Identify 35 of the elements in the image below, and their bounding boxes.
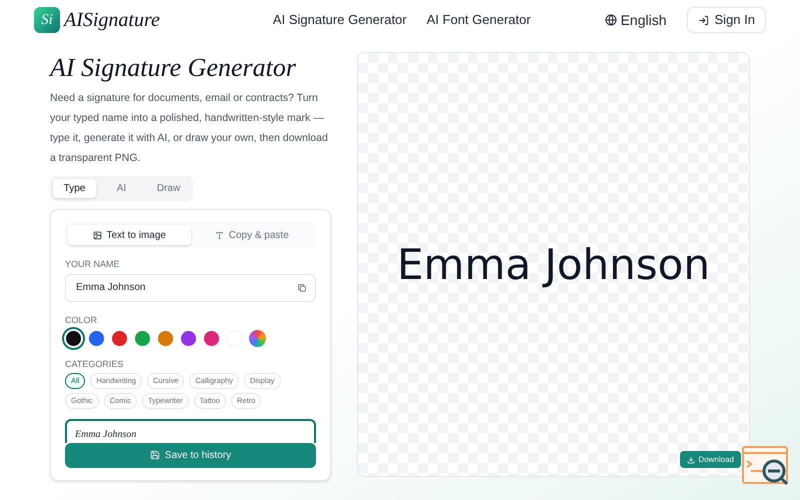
field-label: YOUR NAME — [65, 258, 121, 271]
image-icon — [92, 230, 102, 240]
copy-icon — [297, 282, 307, 292]
name-input[interactable]: Emma Johnson — [65, 274, 316, 302]
download-icon — [687, 456, 696, 464]
save-icon — [150, 450, 160, 460]
logo-badge[interactable]: Si — [34, 7, 60, 33]
language-button[interactable]: English — [604, 10, 667, 30]
text-icon — [214, 230, 224, 240]
page-title: AI Signature Generator — [50, 52, 297, 84]
section-label: CATEGORIES — [65, 358, 124, 371]
sign-in-button[interactable]: Sign In — [686, 7, 766, 33]
intro-paragraph: Need a signature for documents, email or contracts? Turn your typed name into a polished, handwritten-style mark — type it, generate it with AI, or draw your own, then download a transparent PNG. — [50, 91, 329, 166]
nav-link[interactable]: AI Signature Generator — [272, 10, 407, 30]
color-swatch[interactable] — [88, 330, 105, 347]
sign-in-icon — [698, 14, 709, 26]
mode-tab[interactable]: Type — [53, 179, 96, 198]
color-swatch[interactable] — [65, 330, 82, 347]
color-swatch[interactable] — [111, 330, 128, 347]
mode-tab[interactable]: AI — [100, 179, 143, 198]
output-tab[interactable]: Copy & paste — [190, 225, 313, 245]
preview-text: Emma Johnson — [397, 239, 710, 291]
color-swatch[interactable] — [157, 330, 174, 347]
save-button[interactable]: Save to history — [65, 442, 316, 468]
nav-link[interactable]: AI Font Generator — [426, 10, 531, 30]
mode-tab[interactable]: Draw — [147, 179, 190, 198]
color-swatch[interactable] — [249, 330, 266, 347]
globe-icon — [604, 14, 617, 26]
brand-name[interactable]: AISignature — [64, 5, 160, 35]
color-swatch[interactable] — [203, 330, 220, 347]
color-swatch[interactable] — [134, 330, 151, 347]
download-button[interactable]: Download — [680, 451, 741, 468]
output-tab[interactable]: Text to image — [68, 225, 190, 245]
section-label: COLOR — [65, 314, 98, 326]
color-swatch[interactable] — [180, 330, 197, 347]
